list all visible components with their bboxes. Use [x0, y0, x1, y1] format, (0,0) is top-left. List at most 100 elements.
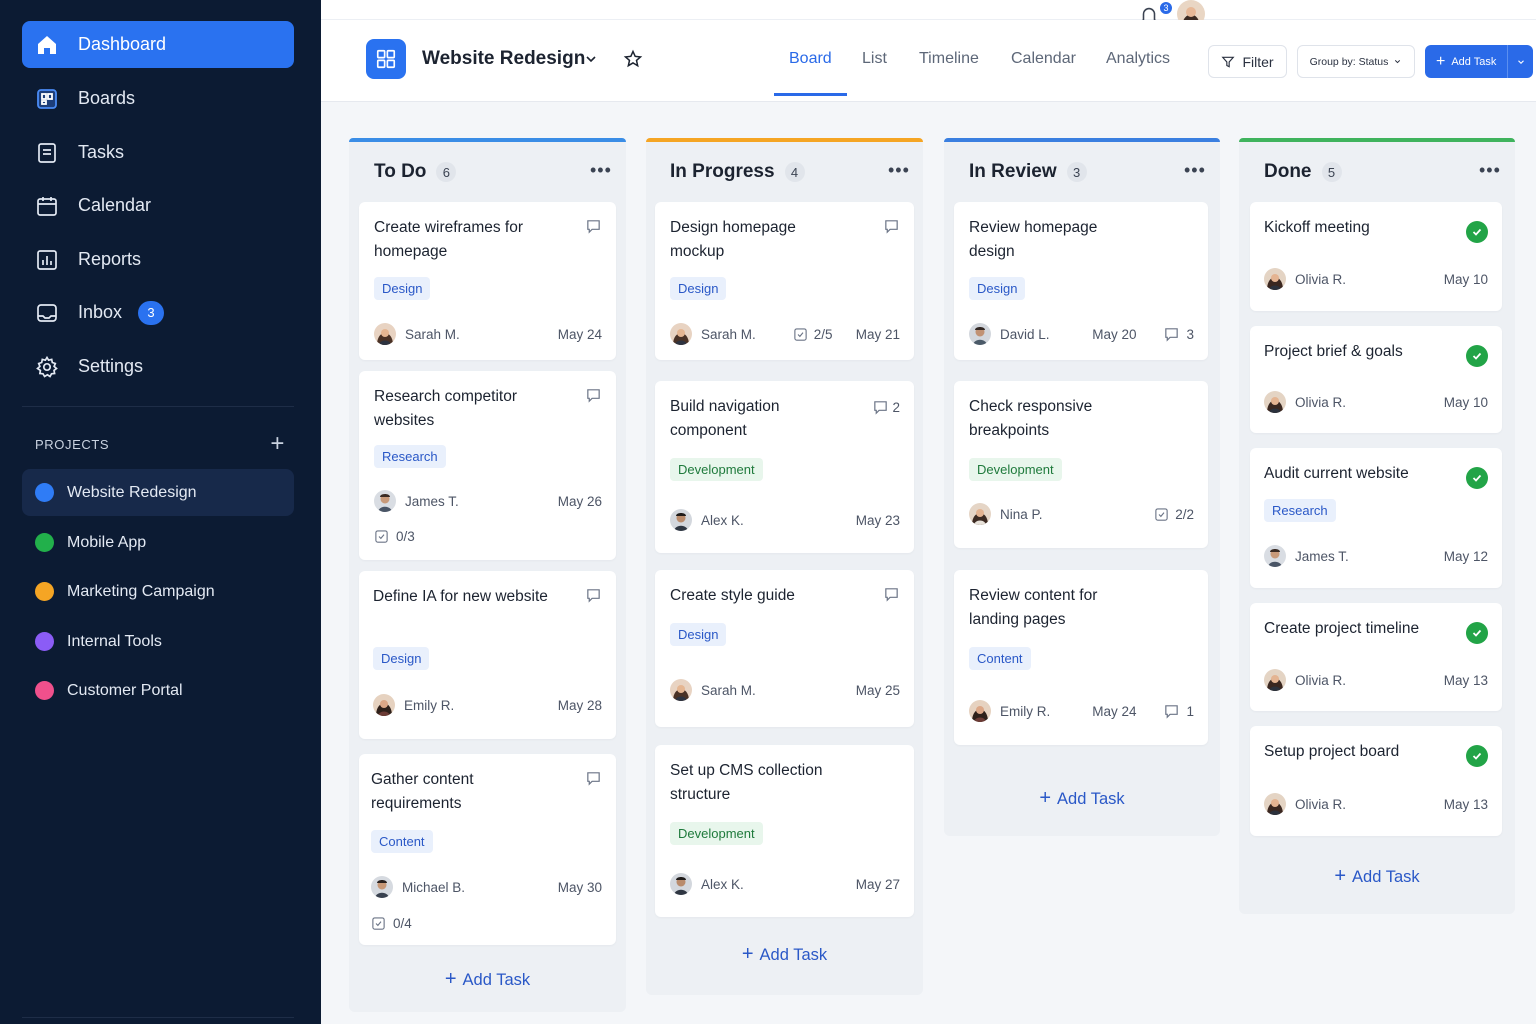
comment-icon[interactable] — [883, 586, 900, 608]
done-check-icon — [1466, 221, 1488, 243]
due-date: May 26 — [557, 493, 602, 509]
project-marketing-campaign[interactable]: Marketing Campaign — [22, 568, 294, 615]
add-task-dropdown[interactable] — [1507, 45, 1533, 78]
due-date: May 13 — [1443, 796, 1488, 812]
page-title: Website Redesign — [422, 48, 586, 69]
column-title-text: In Review — [969, 161, 1057, 182]
checklist-icon — [794, 327, 807, 341]
more-options-icon[interactable]: ••• — [590, 161, 612, 179]
top-strip — [321, 0, 1536, 20]
checklist-progress: 2/2 — [1154, 507, 1194, 522]
card-meta: Emily R. May 24 1 — [969, 700, 1194, 722]
add-task-link[interactable]: + Add Task — [646, 943, 923, 966]
add-task-button[interactable]: + Add Task — [1425, 45, 1533, 78]
comment-icon[interactable] — [585, 770, 602, 792]
project-label: Internal Tools — [67, 632, 162, 650]
task-card[interactable]: Kickoff meeting Olivia R. May 10 — [1250, 202, 1502, 311]
comment-count[interactable]: 2 — [872, 399, 900, 416]
avatar — [374, 490, 396, 512]
sidebar-divider — [22, 406, 294, 407]
nav-item-calendar[interactable]: Calendar — [22, 182, 294, 229]
filter-button[interactable]: Filter — [1208, 45, 1287, 78]
task-card[interactable]: Check responsive breakpoints Development… — [954, 381, 1208, 548]
assignee-name: David L. — [1000, 326, 1050, 342]
nav-item-inbox[interactable]: Inbox 3 — [22, 289, 294, 336]
nav-label: Reports — [78, 249, 142, 269]
task-card[interactable]: Design homepage mockup Design Sarah M. 2… — [655, 202, 914, 360]
add-project-button[interactable]: + — [270, 432, 285, 456]
more-options-icon[interactable]: ••• — [888, 161, 910, 179]
project-color-dot — [35, 632, 54, 651]
card-title: Kickoff meeting — [1264, 219, 1370, 236]
notification-badge: 3 — [1158, 0, 1174, 16]
nav-item-dashboard[interactable]: Dashboard — [22, 21, 294, 68]
active-tab-indicator — [774, 93, 847, 96]
task-card[interactable]: Setup project board Olivia R. May 13 — [1250, 726, 1502, 836]
task-card[interactable]: Define IA for new website Design Emily R… — [359, 571, 616, 739]
chevron-down-icon — [1517, 59, 1524, 64]
assignee-name: Michael B. — [402, 879, 466, 895]
column-title-text: Done — [1264, 161, 1312, 182]
star-icon[interactable] — [623, 49, 643, 74]
due-date: May 28 — [557, 697, 602, 713]
card-meta: Sarah M. May 25 — [670, 679, 900, 701]
card-meta: Olivia R. May 13 — [1264, 669, 1488, 691]
tab-board[interactable]: Board — [789, 50, 832, 68]
task-card[interactable]: Create style guide Design Sarah M. May 2… — [655, 570, 914, 727]
card-meta: Emily R. May 28 — [373, 694, 602, 716]
comment-icon[interactable] — [585, 387, 602, 409]
column-count: 4 — [784, 162, 805, 182]
avatar — [374, 323, 396, 345]
card-meta: Sarah M. 2/5 May 21 — [670, 323, 900, 345]
tag-research: Research — [1264, 499, 1336, 522]
task-card[interactable]: Project brief & goals Olivia R. May 10 — [1250, 326, 1502, 433]
more-options-icon[interactable]: ••• — [1184, 161, 1206, 179]
group-by-select[interactable]: Group by: Status — [1297, 45, 1415, 78]
task-card[interactable]: Create wireframes for homepage Design Sa… — [359, 202, 616, 360]
task-card[interactable]: Audit current website Research James T. … — [1250, 448, 1502, 588]
tab-list[interactable]: List — [862, 50, 887, 68]
task-card[interactable]: Build navigation component 2 Development… — [655, 381, 914, 553]
tab-timeline[interactable]: Timeline — [919, 50, 979, 68]
project-website-redesign[interactable]: Website Redesign — [22, 469, 294, 516]
more-options-icon[interactable]: ••• — [1479, 161, 1501, 179]
comment-count-text: 2 — [892, 400, 900, 415]
nav-item-settings[interactable]: Settings — [22, 343, 294, 390]
card-title: Check responsive breakpoints — [969, 398, 1093, 439]
project-mobile-app[interactable]: Mobile App — [22, 519, 294, 566]
tab-analytics[interactable]: Analytics — [1106, 50, 1170, 68]
comment-icon — [874, 401, 888, 415]
comment-icon[interactable] — [585, 587, 602, 609]
card-title: Setup project board — [1264, 743, 1400, 760]
add-task-link[interactable]: + Add Task — [944, 787, 1220, 810]
project-customer-portal[interactable]: Customer Portal — [22, 667, 294, 714]
tab-calendar[interactable]: Calendar — [1011, 50, 1076, 68]
assignee-name: James T. — [1295, 548, 1349, 564]
task-card[interactable]: Review content for landing pages Content… — [954, 570, 1208, 745]
nav-item-reports[interactable]: Reports — [22, 236, 294, 283]
comment-icon[interactable] — [585, 218, 602, 240]
home-icon — [34, 32, 60, 58]
add-task-link[interactable]: + Add Task — [1239, 865, 1515, 888]
task-card[interactable]: Gather content requirements Content Mich… — [359, 754, 616, 945]
avatar — [969, 503, 991, 525]
task-card[interactable]: Review homepage design Design David L. M… — [954, 202, 1208, 360]
column-done: Done 5 ••• Kickoff meeting Olivia R. May… — [1239, 138, 1515, 914]
nav-item-tasks[interactable]: Tasks — [22, 129, 294, 176]
plus-icon: + — [741, 943, 754, 965]
avatar — [1264, 268, 1286, 290]
task-card[interactable]: Set up CMS collection structure Developm… — [655, 745, 914, 917]
chevron-down-icon[interactable] — [583, 51, 599, 72]
add-task-main[interactable]: + Add Task — [1425, 53, 1507, 71]
project-internal-tools[interactable]: Internal Tools — [22, 618, 294, 665]
column-title: In Progress 4 — [670, 161, 805, 183]
card-meta: Olivia R. May 13 — [1264, 793, 1488, 815]
project-label: Marketing Campaign — [67, 582, 215, 600]
task-card[interactable]: Research competitor websites Research Ja… — [359, 371, 616, 560]
card-title: Create wireframes for homepage — [374, 219, 524, 260]
task-card[interactable]: Create project timeline Olivia R. May 13 — [1250, 603, 1502, 711]
comment-icon[interactable] — [883, 218, 900, 240]
nav-item-boards[interactable]: Boards — [22, 75, 294, 122]
avatar — [969, 700, 991, 722]
add-task-link[interactable]: + Add Task — [349, 968, 626, 991]
